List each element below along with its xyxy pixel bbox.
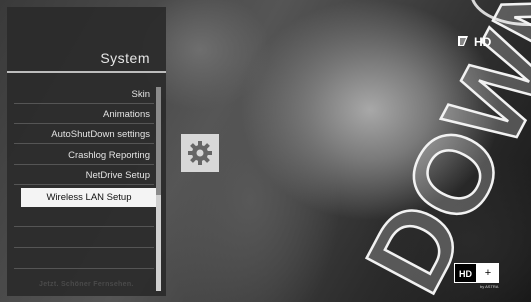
hd-plus-logo: HD + by ASTRA — [454, 263, 506, 293]
hd-plus-astra: by ASTRA — [480, 284, 499, 289]
tv-screen: System Skin Animations AutoShutDown sett… — [0, 0, 531, 302]
hd-channel-logo: HD — [458, 34, 508, 49]
hd-plus-plus: + — [477, 263, 499, 283]
hd-plus-hd: HD — [454, 263, 477, 283]
download-watermark: DOWNLOAD — [341, 0, 531, 302]
channel-logo-text: HD — [474, 35, 492, 48]
